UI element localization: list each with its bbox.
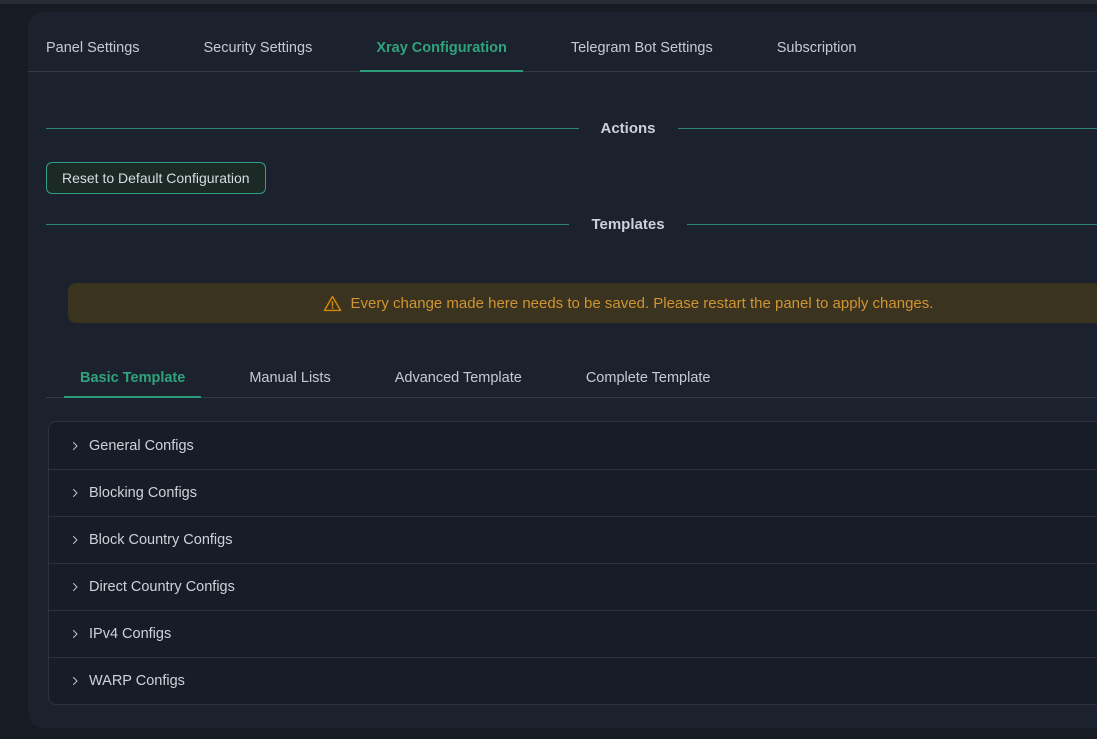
actions-divider: Actions [46, 118, 1097, 138]
collapse-row-label: IPv4 Configs [89, 626, 171, 642]
tab-xray-configuration[interactable]: Xray Configuration [360, 40, 523, 71]
tab-telegram-bot-settings[interactable]: Telegram Bot Settings [555, 40, 729, 71]
header-bottom-edge [0, 0, 1097, 4]
settings-card: Panel Settings Security Settings Xray Co… [28, 12, 1097, 728]
template-tab-bar: Basic Template Manual Lists Advanced Tem… [46, 358, 1097, 398]
tab-subscription[interactable]: Subscription [761, 40, 873, 71]
chevron-right-icon [69, 581, 81, 593]
tab-advanced-template[interactable]: Advanced Template [379, 358, 538, 397]
collapse-row-label: Direct Country Configs [89, 579, 235, 595]
tab-security-settings[interactable]: Security Settings [188, 40, 329, 71]
reset-to-default-button[interactable]: Reset to Default Configuration [46, 162, 266, 194]
tab-panel-content: Actions Reset to Default Configuration T… [28, 118, 1097, 705]
collapse-ipv4-configs[interactable]: IPv4 Configs [49, 610, 1097, 657]
collapse-row-label: Blocking Configs [89, 485, 197, 501]
divider-line [46, 224, 569, 225]
collapse-direct-country-configs[interactable]: Direct Country Configs [49, 563, 1097, 610]
settings-tab-bar: Panel Settings Security Settings Xray Co… [28, 12, 1097, 72]
chevron-right-icon [69, 534, 81, 546]
collapse-general-configs[interactable]: General Configs [49, 422, 1097, 469]
divider-line [687, 224, 1097, 225]
collapse-row-label: General Configs [89, 438, 194, 454]
warning-text: Every change made here needs to be saved… [351, 295, 934, 312]
divider-line [678, 128, 1097, 129]
divider-line [46, 128, 579, 129]
tab-manual-lists[interactable]: Manual Lists [233, 358, 346, 397]
restart-warning-banner: Every change made here needs to be saved… [68, 283, 1097, 323]
config-collapse-list: General Configs Blocking Configs Block C… [48, 421, 1097, 705]
collapse-warp-configs[interactable]: WARP Configs [49, 657, 1097, 704]
collapse-blocking-configs[interactable]: Blocking Configs [49, 469, 1097, 516]
tab-complete-template[interactable]: Complete Template [570, 358, 727, 397]
warning-triangle-icon [323, 294, 342, 313]
templates-divider: Templates [46, 214, 1097, 234]
chevron-right-icon [69, 487, 81, 499]
chevron-right-icon [69, 440, 81, 452]
actions-divider-label: Actions [601, 120, 656, 137]
chevron-right-icon [69, 628, 81, 640]
collapse-block-country-configs[interactable]: Block Country Configs [49, 516, 1097, 563]
templates-divider-label: Templates [591, 216, 664, 233]
chevron-right-icon [69, 675, 81, 687]
collapse-row-label: WARP Configs [89, 673, 185, 689]
collapse-row-label: Block Country Configs [89, 532, 232, 548]
tab-panel-settings[interactable]: Panel Settings [30, 40, 156, 71]
tab-basic-template[interactable]: Basic Template [64, 358, 201, 397]
